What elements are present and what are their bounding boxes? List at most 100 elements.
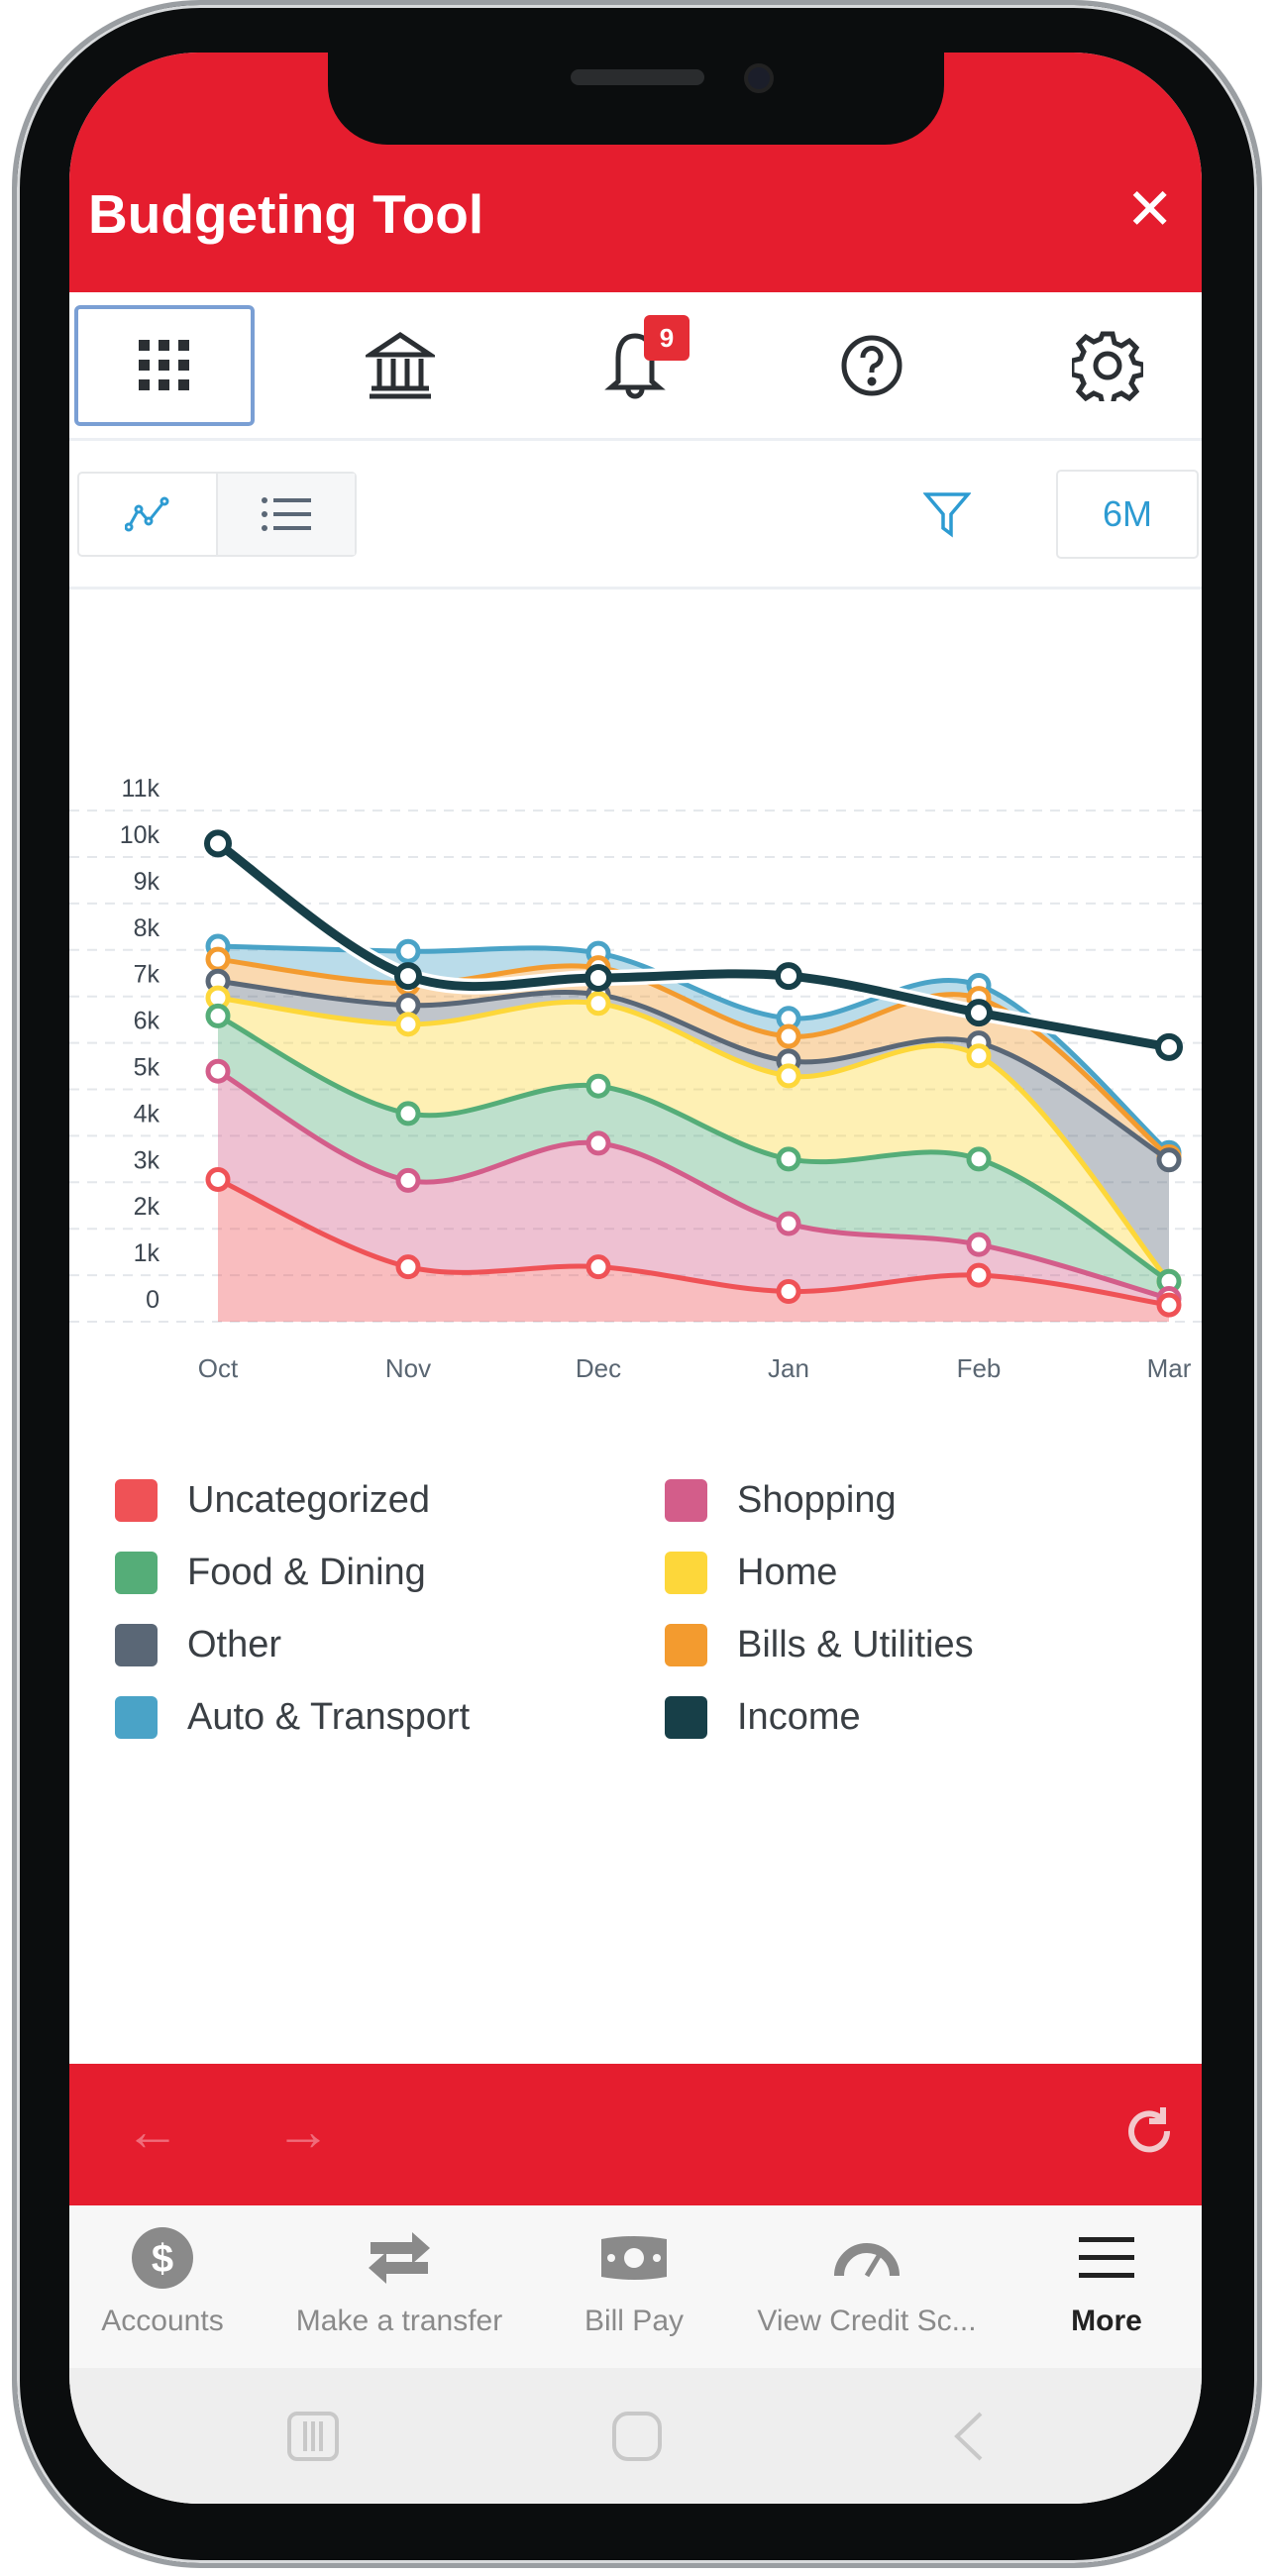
line-chart-icon	[125, 496, 169, 532]
chart-toolbar: 6M	[69, 441, 1202, 590]
notifications-button[interactable]: 9	[545, 305, 725, 426]
screen: Budgeting Tool ✕ 9 6M 0 1k 2k 3k 4k 5k 6…	[69, 53, 1202, 2504]
data-point	[585, 991, 611, 1017]
bank-button[interactable]	[310, 305, 490, 426]
home-icon[interactable]	[610, 2412, 664, 2466]
x-tick-label: Jan	[768, 1353, 809, 1383]
recent-apps-icon[interactable]	[287, 2412, 339, 2466]
grid-button[interactable]	[74, 305, 255, 426]
legend-item[interactable]: Shopping	[665, 1479, 897, 1522]
camera	[744, 63, 774, 93]
refresh-icon[interactable]	[1121, 2103, 1177, 2168]
tab-label: Make a transfer	[295, 2305, 503, 2337]
tab-label: Accounts	[101, 2305, 224, 2337]
gauge-icon	[834, 2243, 900, 2278]
data-point	[776, 1063, 801, 1089]
income-data-point	[965, 999, 993, 1027]
data-point	[585, 1130, 611, 1156]
data-point	[205, 946, 231, 972]
legend-swatch	[665, 1552, 707, 1594]
data-point	[395, 938, 421, 964]
y-tick-label: 5k	[134, 1054, 160, 1082]
list-view-button[interactable]	[216, 474, 355, 555]
data-point	[205, 1003, 231, 1028]
back-icon[interactable]	[951, 2412, 987, 2466]
y-tick-label: 9k	[134, 868, 160, 896]
tab-label: Bill Pay	[584, 2305, 685, 2337]
legend-item[interactable]: Uncategorized	[115, 1479, 430, 1522]
data-point	[585, 1073, 611, 1099]
legend-item[interactable]: Food & Dining	[115, 1552, 426, 1594]
view-toggle	[77, 472, 357, 557]
help-button[interactable]	[782, 305, 962, 426]
arrow-right-icon[interactable]: →	[275, 2103, 331, 2159]
legend-label: Bills & Utilities	[737, 1624, 974, 1665]
legend-label: Food & Dining	[187, 1552, 426, 1593]
legend-item[interactable]: Other	[115, 1624, 281, 1666]
browser-nav-bar: ← →	[69, 2064, 1202, 2205]
speaker	[571, 69, 704, 85]
y-tick-label: 2k	[134, 1193, 160, 1221]
x-tick-label: Oct	[198, 1353, 239, 1383]
page-title: Budgeting Tool	[88, 183, 484, 245]
svg-text:$: $	[152, 2237, 173, 2281]
dollar-icon: $	[132, 2227, 193, 2289]
legend-label: Shopping	[737, 1479, 897, 1521]
data-point	[776, 1211, 801, 1236]
legend-swatch	[665, 1479, 707, 1522]
grid-icon	[139, 340, 189, 390]
legend-swatch	[665, 1624, 707, 1666]
legend-item[interactable]: Home	[665, 1552, 837, 1594]
menu-icon	[1079, 2237, 1134, 2278]
data-point	[1156, 1292, 1182, 1318]
tab-bill-pay[interactable]: Bill Pay	[515, 2223, 753, 2338]
data-point	[205, 1058, 231, 1084]
legend-swatch	[115, 1696, 158, 1739]
range-selector[interactable]: 6M	[1056, 470, 1199, 559]
legend-item[interactable]: Bills & Utilities	[665, 1624, 974, 1666]
data-point	[776, 1023, 801, 1049]
tab-view-credit-score[interactable]: View Credit Sc...	[748, 2223, 986, 2338]
close-icon[interactable]: ✕	[1125, 181, 1174, 239]
y-tick-label: 6k	[134, 1008, 160, 1035]
transfer-icon	[369, 2232, 430, 2284]
tab-label: View Credit Sc...	[757, 2305, 977, 2337]
arrow-left-icon[interactable]: ←	[125, 2103, 180, 2159]
legend-label: Uncategorized	[187, 1479, 431, 1521]
help-icon	[841, 335, 902, 396]
legend-swatch	[115, 1479, 158, 1522]
x-tick-label: Nov	[385, 1353, 431, 1383]
x-tick-label: Dec	[576, 1353, 621, 1383]
legend-item[interactable]: Auto & Transport	[115, 1696, 470, 1739]
filter-icon	[922, 492, 972, 538]
legend-label: Home	[737, 1552, 838, 1593]
data-point	[205, 1166, 231, 1192]
data-point	[966, 1146, 992, 1172]
android-nav-bar	[69, 2368, 1202, 2504]
income-data-point	[775, 962, 802, 991]
income-data-point	[584, 963, 612, 992]
tab-accounts[interactable]: $ Accounts	[69, 2223, 281, 2338]
legend-item[interactable]: Income	[665, 1696, 861, 1739]
data-point	[395, 1101, 421, 1127]
data-point	[966, 1043, 992, 1069]
data-point	[585, 1254, 611, 1280]
x-tick-label: Mar	[1147, 1353, 1192, 1383]
y-tick-label: 10k	[120, 821, 160, 849]
income-data-point	[204, 829, 232, 858]
data-point	[776, 1146, 801, 1172]
tab-make-a-transfer[interactable]: Make a transfer	[280, 2223, 518, 2338]
x-tick-label: Feb	[957, 1353, 1002, 1383]
data-point	[966, 1232, 992, 1257]
bottom-tab-bar: $ Accounts Make a transfer Bill Pay View…	[69, 2205, 1202, 2368]
tab-label: More	[1071, 2305, 1142, 2337]
chart-view-button[interactable]	[79, 474, 216, 555]
filter-button[interactable]	[922, 490, 972, 543]
legend-label: Other	[187, 1624, 282, 1665]
legend-swatch	[115, 1624, 158, 1666]
settings-button[interactable]	[1017, 305, 1198, 426]
tab-more[interactable]: More	[988, 2223, 1202, 2338]
notch	[328, 40, 944, 145]
legend-label: Auto & Transport	[187, 1696, 471, 1738]
notification-badge: 9	[644, 315, 690, 361]
